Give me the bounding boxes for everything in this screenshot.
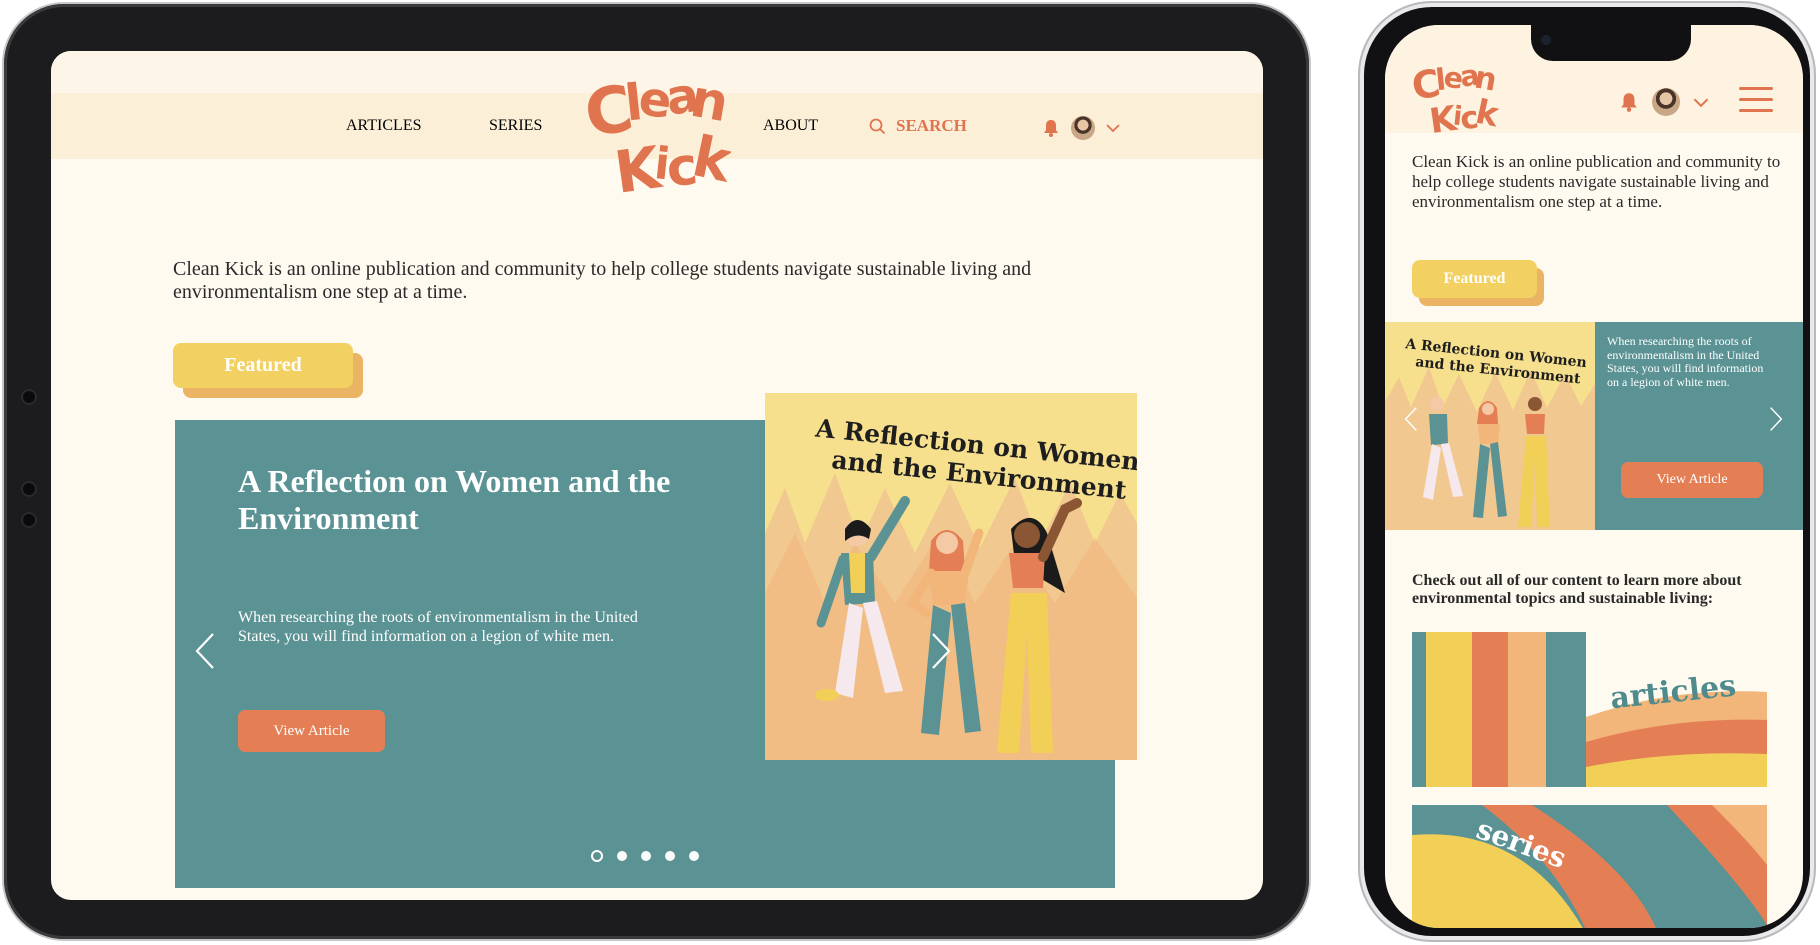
carousel-dot-1[interactable] xyxy=(591,850,603,862)
featured-title[interactable]: A Reflection on Women and the Environmen… xyxy=(238,463,758,537)
bell-icon[interactable] xyxy=(1041,118,1061,138)
chevron-right-icon[interactable] xyxy=(1768,404,1784,434)
nav-search[interactable]: SEARCH xyxy=(869,116,967,136)
mobile-user-controls xyxy=(1618,88,1710,116)
tablet-screen: ARTICLES SERIES C l e a n K i c k ABOUT … xyxy=(51,51,1263,900)
series-tile[interactable]: series xyxy=(1412,805,1767,928)
carousel-dot-5[interactable] xyxy=(689,851,699,861)
articles-tile[interactable]: articles xyxy=(1412,632,1767,787)
tablet-device: ARTICLES SERIES C l e a n K i c k ABOUT … xyxy=(4,4,1309,939)
featured-card-mobile: A Reflection on Women and the Environmen… xyxy=(1385,322,1803,530)
clean-kick-logo[interactable]: C l e a n K i c k xyxy=(581,61,731,196)
view-article-button[interactable]: View Article xyxy=(238,710,385,752)
nav-search-label: SEARCH xyxy=(896,116,967,135)
featured-description-mobile: When researching the roots of environmen… xyxy=(1607,334,1764,389)
avatar[interactable] xyxy=(1071,116,1095,140)
clean-kick-logo-mobile[interactable]: C l e a n K i c k xyxy=(1409,55,1499,135)
carousel-dot-3[interactable] xyxy=(641,851,651,861)
featured-button[interactable]: Featured xyxy=(173,343,363,398)
carousel-dots xyxy=(591,850,699,862)
tablet-camera-bar xyxy=(16,389,42,569)
bell-icon[interactable] xyxy=(1618,91,1640,113)
featured-label-mobile: Featured xyxy=(1412,260,1537,298)
content-prompt: Check out all of our content to learn mo… xyxy=(1412,572,1742,607)
carousel-dot-4[interactable] xyxy=(665,851,675,861)
chevron-down-icon[interactable] xyxy=(1692,97,1710,108)
featured-button-mobile[interactable]: Featured xyxy=(1412,260,1544,306)
phone-bezel: C l e a n K i c k Clean Kick is an onlin… xyxy=(1364,7,1810,936)
carousel-dot-2[interactable] xyxy=(617,851,627,861)
chevron-down-icon[interactable] xyxy=(1105,123,1121,133)
chevron-right-icon[interactable] xyxy=(929,631,953,671)
search-icon xyxy=(869,118,886,134)
featured-description: When researching the roots of environmen… xyxy=(238,609,638,645)
featured-label: Featured xyxy=(173,343,353,388)
phone-notch xyxy=(1531,25,1691,61)
svg-text:k: k xyxy=(687,124,731,196)
phone-screen: C l e a n K i c k Clean Kick is an onlin… xyxy=(1385,25,1803,928)
nav-series[interactable]: SERIES xyxy=(489,117,542,135)
svg-text:k: k xyxy=(1472,92,1499,135)
intro-text-mobile: Clean Kick is an online publication and … xyxy=(1412,152,1781,211)
nav-about[interactable]: ABOUT xyxy=(763,117,818,135)
view-article-button-mobile[interactable]: View Article xyxy=(1621,462,1763,498)
phone-device: C l e a n K i c k Clean Kick is an onlin… xyxy=(1358,1,1816,942)
chevron-left-icon[interactable] xyxy=(1403,404,1419,434)
menu-icon[interactable] xyxy=(1739,87,1773,115)
avatar[interactable] xyxy=(1652,88,1680,116)
chevron-left-icon[interactable] xyxy=(193,631,217,671)
user-controls xyxy=(1041,113,1121,143)
featured-illustration[interactable]: A Reflection on Women and the Environmen… xyxy=(765,393,1137,760)
nav-articles[interactable]: ARTICLES xyxy=(346,117,421,135)
intro-text: Clean Kick is an online publication and … xyxy=(173,258,1032,303)
